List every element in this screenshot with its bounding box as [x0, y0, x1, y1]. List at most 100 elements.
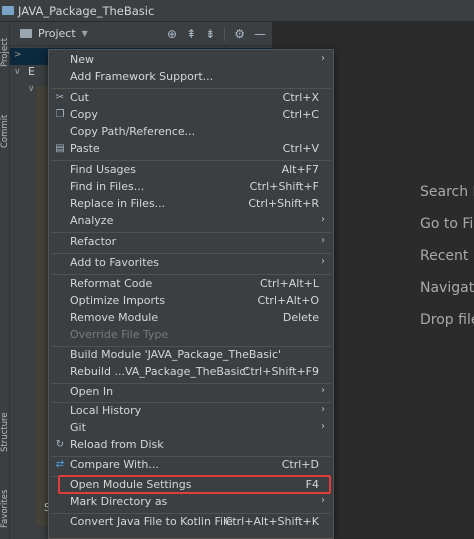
chevron-right-icon[interactable]: > [14, 50, 22, 60]
menu-item-find-in-files[interactable]: Find in Files... Ctrl+Shift+F [49, 179, 333, 196]
compare-icon: ⇄ [55, 459, 65, 470]
chevron-right-icon: › [321, 53, 325, 64]
menu-item-label: Remove Module [70, 311, 159, 324]
menu-item-label: Copy Path/Reference... [70, 125, 196, 138]
hint-drop-files: Drop file [420, 312, 474, 328]
chevron-right-icon: › [321, 421, 325, 432]
menu-item-shortcut: Ctrl+V [282, 142, 319, 155]
menu-item-convert-java-to-kotlin[interactable]: Convert Java File to Kotlin File Ctrl+Al… [49, 514, 333, 531]
project-panel-header: Project ▼ ⊕ ⇞ ⇟ ⚙ — [10, 22, 272, 46]
collapse-all-icon[interactable]: ⇞ [186, 27, 196, 41]
menu-item-refactor[interactable]: Refactor › [49, 234, 333, 251]
toolbar-divider [224, 27, 226, 41]
menu-item-label: Compare With... [70, 458, 159, 471]
chevron-down-icon[interactable]: ∨ [28, 84, 35, 94]
menu-item-label: Git [70, 421, 86, 434]
context-menu: New › Add Framework Support... ✂ Cut Ctr… [48, 49, 334, 539]
tree-item-label[interactable]: E [28, 65, 35, 78]
project-view-label[interactable]: Project [38, 27, 76, 40]
chevron-right-icon: › [321, 235, 325, 246]
menu-item-label: Convert Java File to Kotlin File [70, 515, 233, 528]
menu-item-label: Find Usages [70, 163, 137, 176]
menu-item-label: Cut [70, 91, 89, 104]
menu-item-git[interactable]: Git › [49, 420, 333, 437]
menu-item-shortcut: Ctrl+D [281, 458, 319, 471]
window-title: JAVA_Package_TheBasic [18, 3, 155, 18]
menu-item-add-framework-support[interactable]: Add Framework Support... [49, 69, 333, 86]
stripe-tab-commit[interactable]: Commit [0, 106, 10, 156]
menu-item-label: Local History [70, 404, 142, 417]
menu-item-shortcut: Ctrl+Alt+Shift+K [224, 515, 319, 528]
menu-item-shortcut: Ctrl+Alt+O [257, 294, 319, 307]
menu-item-shortcut: Ctrl+Shift+F9 [242, 365, 319, 378]
hint-search-everywhere: Search E [420, 184, 474, 200]
menu-item-reformat-code[interactable]: Reformat Code Ctrl+Alt+L [49, 276, 333, 293]
paste-icon: ▤ [55, 143, 65, 154]
menu-item-mark-directory-as[interactable]: Mark Directory as › [49, 494, 333, 511]
menu-separator [51, 274, 331, 275]
menu-item-new[interactable]: New › [49, 52, 333, 69]
menu-item-rebuild-module[interactable]: Rebuild ...VA_Package_TheBasic' Ctrl+Shi… [49, 364, 333, 381]
menu-item-reload-from-disk[interactable]: ↻ Reload from Disk [49, 437, 333, 454]
menu-separator [51, 253, 331, 254]
menu-item-label: Find in Files... [70, 180, 145, 193]
menu-item-label: Override File Type [70, 328, 169, 341]
highlight-annotation-box [58, 475, 331, 494]
menu-item-replace-in-files[interactable]: Replace in Files... Ctrl+Shift+R [49, 196, 333, 213]
chevron-right-icon: › [321, 214, 325, 225]
menu-item-local-history[interactable]: Local History › [49, 403, 333, 420]
stripe-tab-structure[interactable]: Structure [0, 402, 10, 462]
menu-item-label: Reformat Code [70, 277, 153, 290]
expand-all-icon[interactable]: ⇟ [205, 27, 215, 41]
menu-item-shortcut: Delete [282, 311, 319, 324]
menu-item-find-usages[interactable]: Find Usages Alt+F7 [49, 162, 333, 179]
menu-item-compare-with[interactable]: ⇄ Compare With... Ctrl+D [49, 457, 333, 474]
chevron-right-icon: › [321, 256, 325, 267]
menu-item-label: Mark Directory as [70, 495, 168, 508]
menu-item-optimize-imports[interactable]: Optimize Imports Ctrl+Alt+O [49, 293, 333, 310]
chevron-down-icon[interactable]: ∨ [14, 67, 21, 77]
hint-navigation-bar: Navigati [420, 280, 474, 296]
scissors-icon: ✂ [55, 92, 65, 103]
project-view-icon [20, 29, 32, 38]
project-folder-icon [2, 6, 14, 15]
chevron-right-icon: › [321, 495, 325, 506]
menu-item-label: Add to Favorites [70, 256, 160, 269]
menu-item-shortcut: Alt+F7 [281, 163, 319, 176]
menu-item-label: Replace in Files... [70, 197, 166, 210]
menu-item-label: Optimize Imports [70, 294, 166, 307]
menu-item-shortcut: Ctrl+Shift+R [248, 197, 319, 210]
menu-item-label: Copy [70, 108, 98, 121]
menu-item-label: Build Module 'JAVA_Package_TheBasic' [70, 348, 282, 361]
target-icon[interactable]: ⊕ [167, 27, 177, 41]
menu-item-open-in[interactable]: Open In › [49, 384, 333, 401]
menu-separator [51, 232, 331, 233]
menu-item-paste[interactable]: ▤ Paste Ctrl+V [49, 141, 333, 158]
menu-separator [51, 160, 331, 161]
gear-icon[interactable]: ⚙ [234, 27, 245, 41]
chevron-right-icon: › [321, 404, 325, 415]
menu-item-build-module[interactable]: Build Module 'JAVA_Package_TheBasic' [49, 347, 333, 364]
menu-item-copy-path-reference[interactable]: Copy Path/Reference... [49, 124, 333, 141]
minimize-icon[interactable]: — [254, 27, 266, 41]
chevron-right-icon: › [321, 385, 325, 396]
menu-item-remove-module[interactable]: Remove Module Delete [49, 310, 333, 327]
menu-item-analyze[interactable]: Analyze › [49, 213, 333, 230]
menu-separator [51, 88, 331, 89]
menu-item-override-file-type: Override File Type [49, 327, 333, 344]
menu-item-label: Analyze [70, 214, 114, 227]
chevron-down-icon[interactable]: ▼ [82, 29, 88, 38]
menu-item-shortcut: Ctrl+Alt+L [259, 277, 319, 290]
stripe-tab-favorites[interactable]: Favorites [0, 482, 10, 536]
left-tool-stripe: Project Commit Structure Favorites [0, 22, 10, 539]
menu-item-add-to-favorites[interactable]: Add to Favorites › [49, 255, 333, 272]
stripe-tab-project[interactable]: Project [0, 24, 10, 80]
menu-item-label: Add Framework Support... [70, 70, 214, 83]
menu-item-copy[interactable]: ❐ Copy Ctrl+C [49, 107, 333, 124]
menu-item-label: Paste [70, 142, 100, 155]
menu-item-label: Refactor [70, 235, 117, 248]
title-bar: JAVA_Package_TheBasic [0, 0, 474, 22]
menu-item-cut[interactable]: ✂ Cut Ctrl+X [49, 90, 333, 107]
copy-icon: ❐ [55, 109, 65, 120]
menu-item-shortcut: Ctrl+X [282, 91, 319, 104]
